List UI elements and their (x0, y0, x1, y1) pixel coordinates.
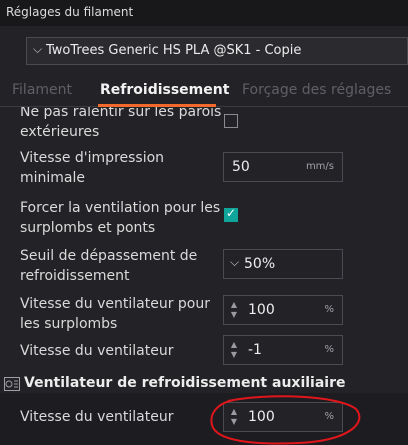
overhang-fan-speed-unit: % (324, 304, 334, 315)
aux-fan-speed-unit: % (324, 411, 334, 422)
dont-slow-outer-walls-checkbox[interactable] (224, 114, 238, 128)
cooling-overhang-threshold-value: 50% (244, 256, 276, 272)
overhang-fan-speed-label: Vitesse du ventilateur pour les surplomb… (20, 294, 210, 334)
label-line: Vitesse du ventilateur pour (20, 296, 211, 312)
settings-panel[interactable]: Ne pas ralentir sur les parois extérieur… (0, 107, 408, 445)
overhang-fan-speed-value: 100 (248, 302, 275, 318)
min-print-speed-value: 50 (232, 159, 250, 175)
fan-section-icon (4, 377, 20, 391)
fan-speed-unit: % (324, 344, 334, 355)
spin-arrows-icon[interactable]: ▲ ▼ (227, 340, 241, 360)
check-icon: ✓ (226, 206, 237, 220)
window-titlebar: Réglages du filament (0, 0, 408, 26)
label-line: Forcer la ventilation pour les (20, 200, 221, 216)
tab-bar: Filament Refroidissement Forçage des rég… (0, 76, 408, 107)
fan-speed-value: -1 (248, 342, 262, 358)
label-line: surplombs et ponts (20, 220, 156, 236)
label-line: refroidissement (20, 268, 130, 284)
label-line: extérieures (20, 124, 100, 140)
label-line: minimale (20, 170, 86, 186)
aux-fan-speed-value: 100 (248, 409, 275, 425)
chevron-down-icon: ⌵ (33, 42, 43, 56)
aux-fan-section-title: Ventilateur de refroidissement auxiliair… (24, 375, 346, 391)
preset-dropdown[interactable]: ⌵ TwoTrees Generic HS PLA @SK1 - Copie (26, 37, 408, 65)
preset-bar: ⌵ TwoTrees Generic HS PLA @SK1 - Copie (0, 26, 408, 76)
min-print-speed-input[interactable]: 50 mm/s (223, 152, 343, 182)
dont-slow-outer-walls-label: Ne pas ralentir sur les parois extérieur… (20, 107, 221, 142)
label-line: Vitesse d'impression (20, 150, 165, 166)
cooling-overhang-threshold-label: Seuil de dépassement de refroidissement (20, 246, 197, 286)
aux-fan-speed-label: Vitesse du ventilateur (20, 409, 174, 425)
fan-speed-input[interactable]: ▲ ▼ -1 % (223, 335, 343, 365)
overhang-fan-speed-input[interactable]: ▲ ▼ 100 % (223, 295, 343, 325)
window-title: Réglages du filament (6, 5, 134, 19)
min-print-speed-label: Vitesse d'impression minimale (20, 148, 164, 188)
label-line: Seuil de dépassement de (20, 248, 198, 264)
force-cooling-overhangs-label: Forcer la ventilation pour les surplombs… (20, 198, 220, 238)
preset-value: TwoTrees Generic HS PLA @SK1 - Copie (46, 43, 302, 58)
min-print-speed-unit: mm/s (305, 161, 334, 172)
tab-refroidissement[interactable]: Refroidissement (100, 82, 229, 98)
cooling-overhang-threshold-combo[interactable]: ⌵ 50% (223, 249, 343, 279)
label-line: Ne pas ralentir sur les parois (20, 107, 222, 120)
force-cooling-overhangs-checkbox[interactable]: ✓ (224, 206, 238, 222)
spin-arrows-icon[interactable]: ▲ ▼ (227, 300, 241, 320)
aux-fan-speed-input[interactable]: ▲ ▼ 100 % (223, 402, 343, 432)
tab-forcage-reglages[interactable]: Forçage des réglages (242, 82, 391, 98)
label-line: les surplombs (20, 316, 118, 332)
spin-arrows-icon[interactable]: ▲ ▼ (227, 407, 241, 427)
chevron-down-icon: ⌵ (230, 255, 240, 269)
fan-speed-label: Vitesse du ventilateur (20, 343, 174, 359)
tab-filament[interactable]: Filament (12, 82, 72, 98)
